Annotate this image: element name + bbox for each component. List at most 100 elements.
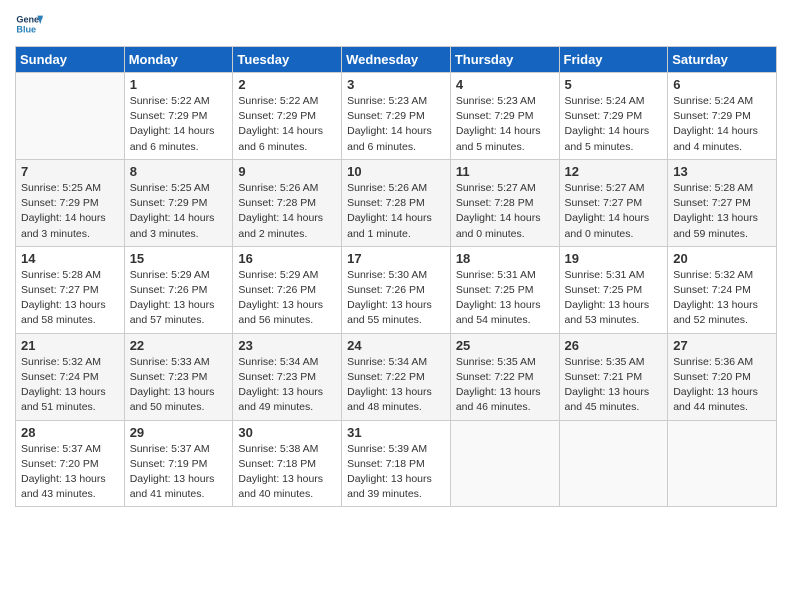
calendar-week-row: 7 Sunrise: 5:25 AM Sunset: 7:29 PM Daylig… (16, 159, 777, 246)
day-info: Sunrise: 5:39 AM Sunset: 7:18 PM Dayligh… (347, 442, 445, 503)
day-info: Sunrise: 5:22 AM Sunset: 7:29 PM Dayligh… (238, 94, 336, 155)
calendar-cell (16, 73, 125, 160)
calendar-cell: 22Sunrise: 5:33 AM Sunset: 7:23 PM Dayli… (124, 333, 233, 420)
calendar-cell: 14 Sunrise: 5:28 AM Sunset: 7:27 PM Dayli… (16, 246, 125, 333)
calendar-cell: 7 Sunrise: 5:25 AM Sunset: 7:29 PM Daylig… (16, 159, 125, 246)
calendar-cell: 3Sunrise: 5:23 AM Sunset: 7:29 PM Daylig… (342, 73, 451, 160)
day-number: 1 (130, 77, 228, 92)
day-number: 5 (565, 77, 663, 92)
day-number: 27 (673, 338, 771, 353)
calendar-cell: 5 Sunrise: 5:24 AM Sunset: 7:29 PM Daylig… (559, 73, 668, 160)
col-header-monday: Monday (124, 47, 233, 73)
day-info: Sunrise: 5:28 AM Sunset: 7:27 PM Dayligh… (21, 268, 119, 329)
calendar-week-row: 14 Sunrise: 5:28 AM Sunset: 7:27 PM Dayli… (16, 246, 777, 333)
day-info: Sunrise: 5:24 AM Sunset: 7:29 PM Dayligh… (673, 94, 771, 155)
day-info: Sunrise: 5:29 AM Sunset: 7:26 PM Dayligh… (238, 268, 336, 329)
day-info: Sunrise: 5:31 AM Sunset: 7:25 PM Dayligh… (456, 268, 554, 329)
col-header-sunday: Sunday (16, 47, 125, 73)
day-number: 24 (347, 338, 445, 353)
day-info: Sunrise: 5:36 AM Sunset: 7:20 PM Dayligh… (673, 355, 771, 416)
day-info: Sunrise: 5:32 AM Sunset: 7:24 PM Dayligh… (21, 355, 119, 416)
day-number: 28 (21, 425, 119, 440)
col-header-thursday: Thursday (450, 47, 559, 73)
calendar-cell: 30 Sunrise: 5:38 AM Sunset: 7:18 PM Dayli… (233, 420, 342, 507)
day-number: 13 (673, 164, 771, 179)
calendar-header-row: SundayMondayTuesdayWednesdayThursdayFrid… (16, 47, 777, 73)
day-info: Sunrise: 5:27 AM Sunset: 7:27 PM Dayligh… (565, 181, 663, 242)
calendar-week-row: 1 Sunrise: 5:22 AM Sunset: 7:29 PM Daylig… (16, 73, 777, 160)
day-number: 14 (21, 251, 119, 266)
calendar-cell: 20 Sunrise: 5:32 AM Sunset: 7:24 PM Dayli… (668, 246, 777, 333)
day-info: Sunrise: 5:31 AM Sunset: 7:25 PM Dayligh… (565, 268, 663, 329)
day-number: 7 (21, 164, 119, 179)
calendar-cell: 4 Sunrise: 5:23 AM Sunset: 7:29 PM Daylig… (450, 73, 559, 160)
day-number: 23 (238, 338, 336, 353)
day-number: 29 (130, 425, 228, 440)
day-info: Sunrise: 5:23 AM Sunset: 7:29 PM Dayligh… (456, 94, 554, 155)
calendar-week-row: 28 Sunrise: 5:37 AM Sunset: 7:20 PM Dayli… (16, 420, 777, 507)
day-number: 30 (238, 425, 336, 440)
day-info: Sunrise: 5:32 AM Sunset: 7:24 PM Dayligh… (673, 268, 771, 329)
day-number: 20 (673, 251, 771, 266)
calendar-cell: 28 Sunrise: 5:37 AM Sunset: 7:20 PM Dayli… (16, 420, 125, 507)
calendar-cell: 12 Sunrise: 5:27 AM Sunset: 7:27 PM Dayli… (559, 159, 668, 246)
calendar-cell: 19 Sunrise: 5:31 AM Sunset: 7:25 PM Dayli… (559, 246, 668, 333)
day-number: 19 (565, 251, 663, 266)
day-info: Sunrise: 5:30 AM Sunset: 7:26 PM Dayligh… (347, 268, 445, 329)
day-info: Sunrise: 5:37 AM Sunset: 7:20 PM Dayligh… (21, 442, 119, 503)
day-number: 25 (456, 338, 554, 353)
day-number: 2 (238, 77, 336, 92)
day-number: 17 (347, 251, 445, 266)
calendar-cell: 24 Sunrise: 5:34 AM Sunset: 7:22 PM Dayli… (342, 333, 451, 420)
day-number: 15 (130, 251, 228, 266)
calendar-cell: 27 Sunrise: 5:36 AM Sunset: 7:20 PM Dayli… (668, 333, 777, 420)
day-number: 11 (456, 164, 554, 179)
day-number: 22 (130, 338, 228, 353)
day-number: 9 (238, 164, 336, 179)
col-header-saturday: Saturday (668, 47, 777, 73)
day-info: Sunrise: 5:29 AM Sunset: 7:26 PM Dayligh… (130, 268, 228, 329)
day-info: Sunrise: 5:26 AM Sunset: 7:28 PM Dayligh… (347, 181, 445, 242)
day-number: 12 (565, 164, 663, 179)
day-info: Sunrise: 5:25 AM Sunset: 7:29 PM Dayligh… (21, 181, 119, 242)
svg-text:Blue: Blue (16, 24, 36, 34)
logo-icon: General Blue (15, 10, 43, 38)
calendar-cell: 1 Sunrise: 5:22 AM Sunset: 7:29 PM Daylig… (124, 73, 233, 160)
calendar-cell: 15 Sunrise: 5:29 AM Sunset: 7:26 PM Dayli… (124, 246, 233, 333)
calendar-cell (450, 420, 559, 507)
logo: General Blue (15, 10, 43, 38)
calendar-cell: 6 Sunrise: 5:24 AM Sunset: 7:29 PM Daylig… (668, 73, 777, 160)
day-number: 18 (456, 251, 554, 266)
day-info: Sunrise: 5:34 AM Sunset: 7:23 PM Dayligh… (238, 355, 336, 416)
calendar-cell: 26Sunrise: 5:35 AM Sunset: 7:21 PM Dayli… (559, 333, 668, 420)
calendar-cell: 29 Sunrise: 5:37 AM Sunset: 7:19 PM Dayli… (124, 420, 233, 507)
calendar-cell: 10 Sunrise: 5:26 AM Sunset: 7:28 PM Dayli… (342, 159, 451, 246)
day-info: Sunrise: 5:22 AM Sunset: 7:29 PM Dayligh… (130, 94, 228, 155)
col-header-tuesday: Tuesday (233, 47, 342, 73)
day-info: Sunrise: 5:25 AM Sunset: 7:29 PM Dayligh… (130, 181, 228, 242)
calendar-cell: 23 Sunrise: 5:34 AM Sunset: 7:23 PM Dayli… (233, 333, 342, 420)
calendar-cell (668, 420, 777, 507)
calendar-cell: 9Sunrise: 5:26 AM Sunset: 7:28 PM Daylig… (233, 159, 342, 246)
calendar-cell: 13Sunrise: 5:28 AM Sunset: 7:27 PM Dayli… (668, 159, 777, 246)
day-number: 10 (347, 164, 445, 179)
calendar-cell (559, 420, 668, 507)
day-number: 6 (673, 77, 771, 92)
col-header-friday: Friday (559, 47, 668, 73)
day-number: 4 (456, 77, 554, 92)
day-number: 21 (21, 338, 119, 353)
calendar-week-row: 21 Sunrise: 5:32 AM Sunset: 7:24 PM Dayli… (16, 333, 777, 420)
day-number: 31 (347, 425, 445, 440)
day-info: Sunrise: 5:24 AM Sunset: 7:29 PM Dayligh… (565, 94, 663, 155)
calendar-table: SundayMondayTuesdayWednesdayThursdayFrid… (15, 46, 777, 507)
day-info: Sunrise: 5:38 AM Sunset: 7:18 PM Dayligh… (238, 442, 336, 503)
calendar-cell: 11 Sunrise: 5:27 AM Sunset: 7:28 PM Dayli… (450, 159, 559, 246)
day-info: Sunrise: 5:34 AM Sunset: 7:22 PM Dayligh… (347, 355, 445, 416)
day-info: Sunrise: 5:35 AM Sunset: 7:21 PM Dayligh… (565, 355, 663, 416)
calendar-cell: 21 Sunrise: 5:32 AM Sunset: 7:24 PM Dayli… (16, 333, 125, 420)
day-info: Sunrise: 5:27 AM Sunset: 7:28 PM Dayligh… (456, 181, 554, 242)
calendar-cell: 16 Sunrise: 5:29 AM Sunset: 7:26 PM Dayli… (233, 246, 342, 333)
day-number: 3 (347, 77, 445, 92)
day-info: Sunrise: 5:37 AM Sunset: 7:19 PM Dayligh… (130, 442, 228, 503)
day-number: 16 (238, 251, 336, 266)
